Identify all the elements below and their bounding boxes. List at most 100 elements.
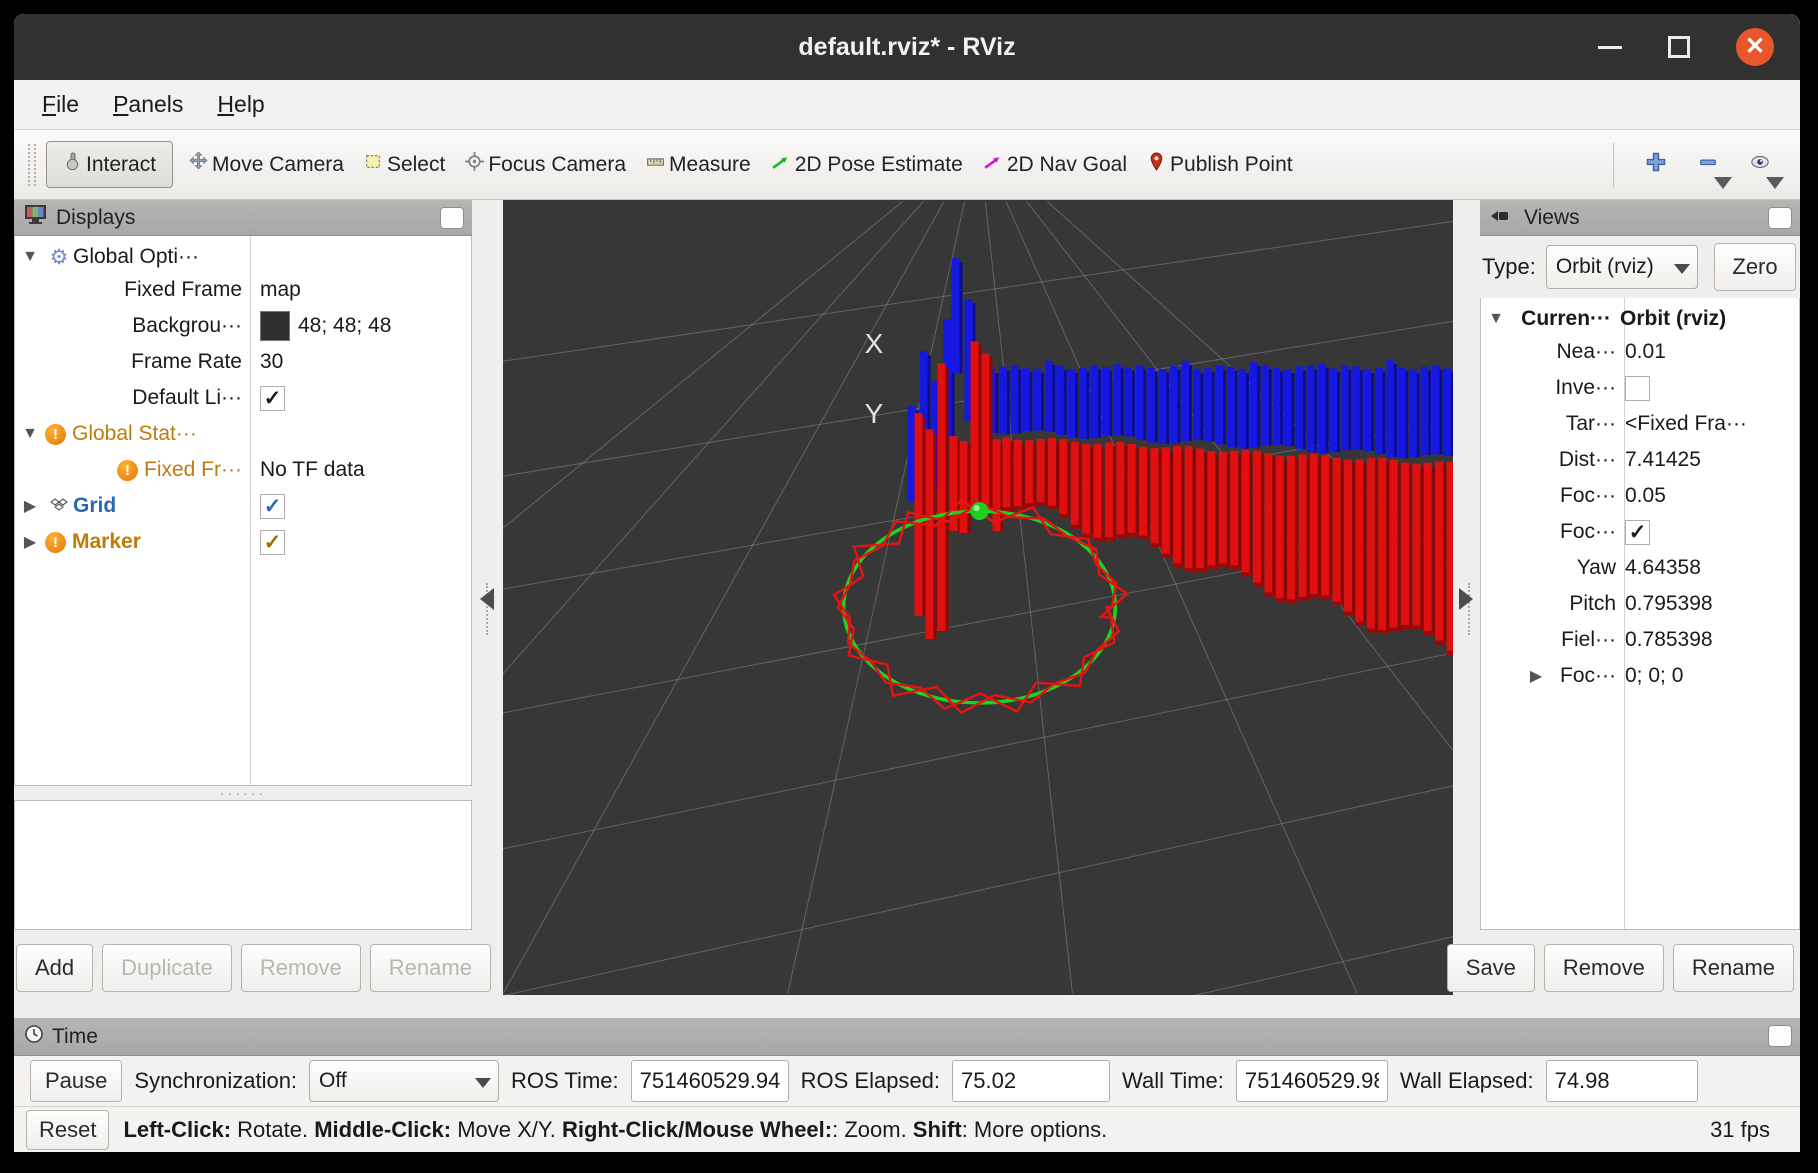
ros-time-input[interactable] <box>631 1060 789 1102</box>
wall-time-input[interactable] <box>1236 1060 1388 1102</box>
minus-icon <box>1697 151 1719 178</box>
zero-button[interactable]: Zero <box>1714 243 1796 291</box>
panel-title: Views <box>1524 206 1580 230</box>
panel-title: Time <box>52 1025 98 1049</box>
toolbar-drag-handle[interactable] <box>28 144 36 186</box>
wall-elapsed-input[interactable] <box>1546 1060 1698 1102</box>
left-splitter[interactable] <box>472 200 503 1018</box>
gear-icon: ⚙ <box>45 245 73 270</box>
displays-tree: ⚙ Global Opti··· Fixed Frame map Backgro… <box>14 236 472 786</box>
tree-row-background-color[interactable]: Backgrou··· 48; 48; 48 <box>15 308 471 344</box>
reset-button[interactable]: Reset <box>26 1110 109 1150</box>
view-type-select[interactable]: Orbit (rviz) <box>1546 245 1698 289</box>
expander-icon[interactable] <box>15 496 45 516</box>
expander-icon[interactable] <box>15 425 45 443</box>
views-panel-header[interactable]: Views <box>1480 200 1800 236</box>
tree-row-focal-point[interactable]: Foc··· 0; 0; 0 <box>1481 658 1799 694</box>
minimize-icon[interactable] <box>1598 46 1622 49</box>
tree-row-focal-shape-fixed[interactable]: Foc··· ✓ <box>1481 514 1799 550</box>
maximize-icon[interactable] <box>1668 36 1690 58</box>
tool-move-camera[interactable]: Move Camera <box>179 144 354 185</box>
views-tree: Curren··· Orbit (rviz) Nea··· 0.01 Inve·… <box>1480 298 1800 930</box>
green-arrow-icon <box>771 152 791 177</box>
rviz-window: default.rviz* - RViz ✕ File Panels Help … <box>14 14 1800 1152</box>
screen: default.rviz* - RViz ✕ File Panels Help … <box>0 0 1818 1173</box>
expander-icon[interactable] <box>1481 310 1511 328</box>
tool-interact[interactable]: Interact <box>46 141 173 188</box>
rename-view-button[interactable]: Rename <box>1673 944 1794 992</box>
panel-splitter-handle[interactable]: ······ <box>14 786 472 800</box>
remove-tool-button[interactable] <box>1682 139 1734 191</box>
tool-2d-nav-goal[interactable]: 2D Nav Goal <box>973 144 1137 185</box>
tool-2d-pose-estimate[interactable]: 2D Pose Estimate <box>761 144 973 185</box>
title-bar[interactable]: default.rviz* - RViz ✕ <box>14 14 1800 80</box>
duplicate-button[interactable]: Duplicate <box>102 944 232 992</box>
tool-measure[interactable]: Measure <box>636 144 761 185</box>
3d-viewport[interactable]: XY <box>503 200 1453 995</box>
views-panel: Views Type: Orbit (rviz) Zero Curren <box>1480 200 1800 1018</box>
collapse-left-icon[interactable] <box>480 588 494 610</box>
checkbox-unchecked[interactable] <box>1625 376 1650 401</box>
checkbox-checked[interactable]: ✓ <box>260 530 285 555</box>
toolbar-separator <box>1613 143 1614 187</box>
tree-row-field-of-view[interactable]: Fiel··· 0.785398 <box>1481 622 1799 658</box>
menu-panels[interactable]: Panels <box>113 91 183 118</box>
mouse-help-text: Left-Click: Rotate. Middle-Click: Move X… <box>123 1117 1107 1143</box>
checkbox-checked[interactable]: ✓ <box>260 386 285 411</box>
panel-title: Displays <box>56 206 135 230</box>
tree-row-fixed-frame-status[interactable]: Fixed Fr··· No TF data <box>15 452 471 488</box>
pause-button[interactable]: Pause <box>30 1060 122 1102</box>
color-swatch[interactable] <box>260 311 290 341</box>
warning-icon <box>45 424 66 445</box>
tree-row-pitch[interactable]: Pitch 0.795398 <box>1481 586 1799 622</box>
menu-file[interactable]: File <box>42 91 79 118</box>
right-splitter[interactable] <box>1453 200 1480 1018</box>
tool-focus-camera[interactable]: Focus Camera <box>455 144 636 185</box>
expander-icon[interactable] <box>1521 666 1551 686</box>
add-tool-button[interactable] <box>1630 139 1682 191</box>
checkbox-checked[interactable]: ✓ <box>260 494 285 519</box>
magenta-arrow-icon <box>983 152 1003 177</box>
panel-float-button[interactable] <box>1768 207 1792 229</box>
menu-bar: File Panels Help <box>14 80 1800 130</box>
tool-visibility-button[interactable] <box>1734 139 1786 191</box>
panel-float-button[interactable] <box>1768 1025 1792 1047</box>
remove-view-button[interactable]: Remove <box>1544 944 1664 992</box>
grid-icon <box>45 494 73 518</box>
tree-row-fixed-frame[interactable]: Fixed Frame map <box>15 272 471 308</box>
plus-icon <box>1645 151 1667 178</box>
wall-elapsed-label: Wall Elapsed: <box>1400 1068 1534 1094</box>
tree-row-invert-z[interactable]: Inve··· <box>1481 370 1799 406</box>
tree-row-global-options[interactable]: ⚙ Global Opti··· <box>15 236 471 272</box>
add-button[interactable]: Add <box>16 944 93 992</box>
tree-row-global-status[interactable]: Global Stat··· <box>15 416 471 452</box>
tree-row-target-frame[interactable]: Tar··· <Fixed Fra··· <box>1481 406 1799 442</box>
displays-panel: Displays ⚙ Global Opti··· Fixed Frame ma… <box>14 200 472 1018</box>
collapse-right-icon[interactable] <box>1459 588 1473 610</box>
ruler-icon <box>646 152 665 177</box>
checkbox-checked[interactable]: ✓ <box>1625 520 1650 545</box>
tree-row-default-light[interactable]: Default Li··· ✓ <box>15 380 471 416</box>
tree-row-marker[interactable]: Marker ✓ <box>15 524 471 560</box>
tool-select[interactable]: Select <box>354 144 455 185</box>
focus-crosshair-icon <box>465 152 484 177</box>
tree-row-focal-shape-size[interactable]: Foc··· 0.05 <box>1481 478 1799 514</box>
ros-elapsed-input[interactable] <box>952 1060 1110 1102</box>
panel-float-button[interactable] <box>440 207 464 229</box>
remove-button[interactable]: Remove <box>241 944 361 992</box>
tree-row-distance[interactable]: Dist··· 7.41425 <box>1481 442 1799 478</box>
map-pin-icon <box>1147 152 1166 177</box>
time-panel-header[interactable]: Time <box>14 1018 1800 1056</box>
displays-panel-header[interactable]: Displays <box>14 200 472 236</box>
tree-row-grid[interactable]: Grid ✓ <box>15 488 471 524</box>
tree-row-near-clip[interactable]: Nea··· 0.01 <box>1481 334 1799 370</box>
tree-row-frame-rate[interactable]: Frame Rate 30 <box>15 344 471 380</box>
expander-icon[interactable] <box>15 532 45 552</box>
tool-publish-point[interactable]: Publish Point <box>1137 144 1303 185</box>
close-icon[interactable]: ✕ <box>1736 28 1774 66</box>
expander-icon[interactable] <box>15 248 45 266</box>
menu-help[interactable]: Help <box>217 91 264 118</box>
tree-row-yaw[interactable]: Yaw 4.64358 <box>1481 550 1799 586</box>
tree-row-current-view[interactable]: Curren··· Orbit (rviz) <box>1481 298 1799 334</box>
sync-select[interactable]: Off <box>309 1060 499 1102</box>
